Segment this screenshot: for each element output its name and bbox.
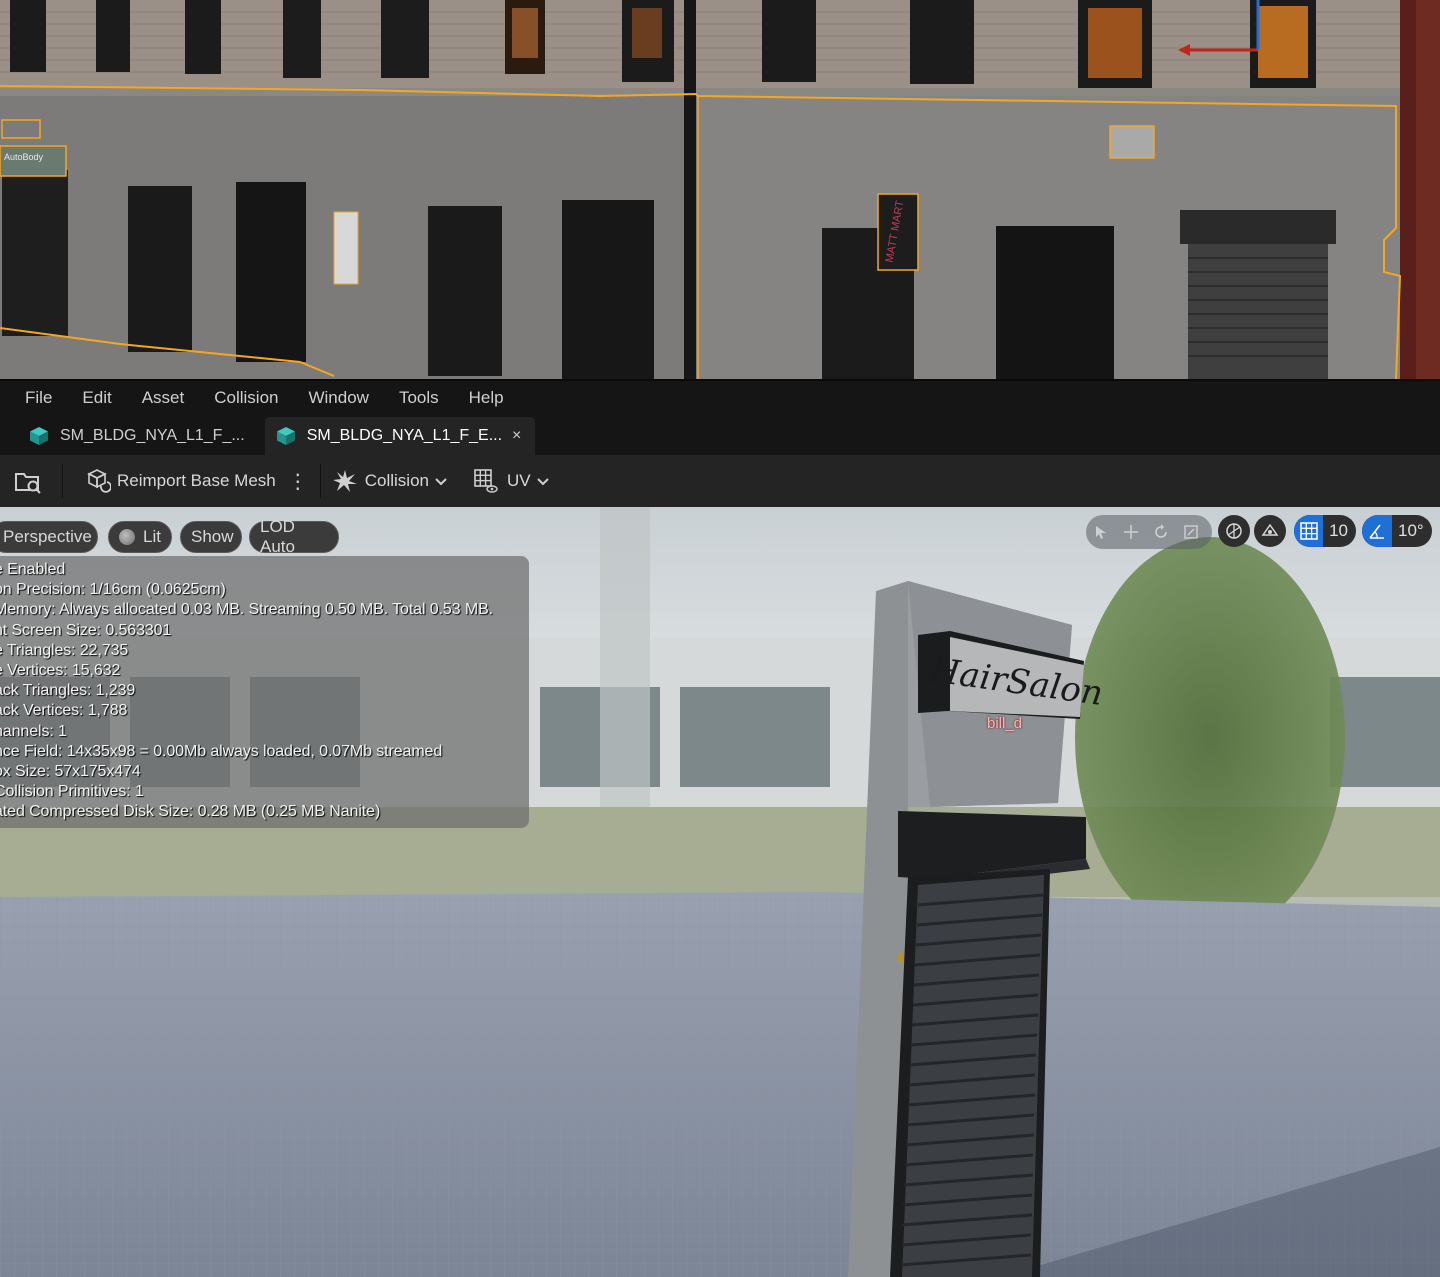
- world-local-toggle[interactable]: [1218, 515, 1250, 547]
- stat-line: e Triangles: 22,735: [0, 641, 129, 659]
- menu-bar: File Edit Asset Collision Window Tools H…: [0, 379, 1440, 415]
- surface-snap-icon: [1261, 523, 1279, 536]
- mesh-stats-overlay: e Enabled on Precision: 1/16cm (0.0625cm…: [0, 556, 529, 828]
- collision-label: Collision: [364, 471, 429, 490]
- view-mode-button[interactable]: Lit: [108, 521, 172, 553]
- static-mesh-icon: [30, 427, 48, 445]
- browse-folder-icon: [15, 473, 41, 494]
- grid-snap-value[interactable]: 10: [1323, 521, 1356, 541]
- show-label: Show: [191, 527, 234, 546]
- grid-snap-icon: [1294, 515, 1324, 547]
- lod-label: LOD Auto: [260, 517, 295, 556]
- stat-line: nt Screen Size: 0.563301: [0, 621, 172, 639]
- stat-line: ated Compressed Disk Size: 0.28 MB (0.25…: [0, 803, 381, 821]
- browse-asset-button[interactable]: [14, 461, 42, 501]
- stat-line: ack Vertices: 1,788: [0, 702, 128, 720]
- menu-help[interactable]: Help: [454, 388, 519, 408]
- reimport-label: Reimport Base Mesh: [117, 471, 276, 490]
- reimport-icon: [87, 469, 111, 493]
- select-mode-icon[interactable]: [1086, 517, 1116, 547]
- toolbar-divider: [319, 464, 321, 498]
- socket-label[interactable]: bill_d: [987, 715, 1022, 732]
- coordinate-system-icon: [1226, 523, 1242, 539]
- stat-line: e Enabled: [0, 561, 66, 578]
- uv-dropdown[interactable]: UV: [473, 461, 551, 501]
- uv-grid-icon: [474, 469, 498, 493]
- menu-edit[interactable]: Edit: [67, 388, 126, 408]
- close-icon[interactable]: ×: [512, 427, 521, 445]
- rotation-snap-toggle[interactable]: 10°: [1362, 515, 1432, 547]
- rotation-snap-value[interactable]: 10°: [1392, 521, 1432, 541]
- menu-tools[interactable]: Tools: [384, 388, 454, 408]
- tab-static-mesh-1[interactable]: SM_BLDG_NYA_L1_F_...: [0, 417, 259, 455]
- tab-static-mesh-2[interactable]: SM_BLDG_NYA_L1_F_E... ×: [264, 417, 536, 455]
- asset-toolbar: Reimport Base Mesh ⋮ Collision UV: [0, 455, 1440, 507]
- menu-window[interactable]: Window: [293, 388, 383, 408]
- stat-line: ox Size: 57x175x474: [0, 763, 141, 781]
- rotation-snap-icon: [1362, 515, 1392, 547]
- show-button[interactable]: Show: [180, 521, 242, 553]
- level-editor-viewport[interactable]: MATT MART AutoBody: [0, 0, 1440, 379]
- lit-label: Lit: [143, 527, 161, 546]
- street-scene: MATT MART AutoBody: [0, 0, 1440, 379]
- collision-dropdown[interactable]: Collision: [331, 461, 449, 501]
- stat-line: nce Field: 14x35x98 = 0.00Mb always load…: [0, 742, 443, 760]
- stat-line: hannels: 1: [0, 722, 67, 740]
- perspective-label: Perspective: [3, 527, 92, 546]
- toolbar-divider: [62, 464, 63, 498]
- asset-tab-bar: SM_BLDG_NYA_L1_F_... SM_BLDG_NYA_L1_F_E.…: [0, 415, 1440, 455]
- tab-label: SM_BLDG_NYA_L1_F_...: [60, 427, 245, 444]
- chevron-down-icon: [435, 478, 447, 486]
- static-mesh-icon: [276, 427, 295, 445]
- stat-line: Memory: Always allocated 0.03 MB. Stream…: [0, 601, 494, 619]
- translate-icon[interactable]: [1116, 517, 1146, 547]
- menu-file[interactable]: File: [10, 388, 67, 408]
- lod-button[interactable]: LOD Auto: [249, 517, 339, 556]
- rotate-icon[interactable]: [1146, 517, 1176, 547]
- stat-line: Collision Primitives: 1: [0, 783, 144, 801]
- collision-icon: [332, 470, 357, 492]
- stat-line: ack Triangles: 1,239: [0, 682, 136, 700]
- surface-snap-toggle[interactable]: [1254, 515, 1286, 547]
- static-mesh-viewport[interactable]: HairSalon Perspective Lit Show LOD Auto …: [0, 507, 1440, 1277]
- autobody-sign: AutoBody: [4, 152, 44, 162]
- menu-asset[interactable]: Asset: [127, 388, 200, 408]
- perspective-button[interactable]: Perspective: [0, 521, 98, 553]
- grid-snap-toggle[interactable]: 10: [1294, 515, 1356, 547]
- stat-line: on Precision: 1/16cm (0.0625cm): [0, 581, 226, 599]
- tab-label: SM_BLDG_NYA_L1_F_E...: [306, 427, 503, 444]
- scale-icon[interactable]: [1176, 517, 1206, 547]
- menu-collision[interactable]: Collision: [199, 388, 293, 408]
- lit-sphere-icon: [119, 529, 135, 545]
- stat-line: e Vertices: 15,632: [0, 662, 121, 680]
- reimport-base-mesh-button[interactable]: Reimport Base Mesh: [83, 461, 276, 501]
- more-options-button[interactable]: ⋮: [288, 461, 308, 501]
- uv-label: UV: [506, 471, 531, 490]
- transform-tools: [1086, 515, 1212, 549]
- chevron-down-icon: [536, 478, 549, 486]
